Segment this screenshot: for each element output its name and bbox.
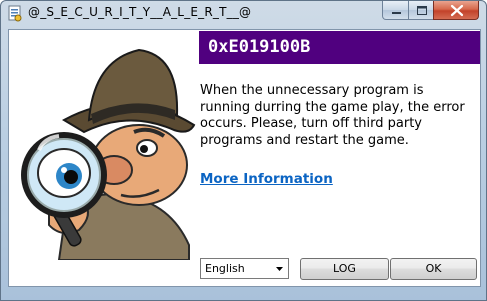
minimize-icon: [392, 12, 401, 14]
more-information-link[interactable]: More Information: [200, 171, 333, 187]
ok-button[interactable]: OK: [390, 258, 477, 280]
maximize-button[interactable]: [408, 1, 434, 20]
error-message: When the unnecessary program is running …: [200, 83, 465, 148]
error-banner: 0xE019100B: [199, 31, 480, 64]
log-button[interactable]: LOG: [300, 258, 389, 280]
close-icon: [450, 4, 464, 17]
dialog-body: 0xE019100B When the unnecessary program …: [8, 29, 481, 287]
close-button[interactable]: [433, 1, 479, 20]
error-code: 0xE019100B: [208, 37, 311, 57]
maximize-icon: [417, 6, 427, 15]
dropdown-arrow-icon: [276, 267, 283, 271]
window-title: @_S_E_C_U_R_I_T_Y__A_L_E_R_T__@: [28, 5, 252, 19]
detective-illustration: [21, 48, 196, 260]
security-alert-window: @_S_E_C_U_R_I_T_Y__A_L_E_R_T__@ 0xE01910…: [0, 0, 487, 301]
language-selected-value: English: [205, 262, 245, 275]
minimize-button[interactable]: [382, 1, 409, 20]
language-select[interactable]: English: [200, 258, 289, 279]
title-bar[interactable]: @_S_E_C_U_R_I_T_Y__A_L_E_R_T__@: [1, 1, 486, 27]
app-document-icon: [8, 5, 22, 22]
